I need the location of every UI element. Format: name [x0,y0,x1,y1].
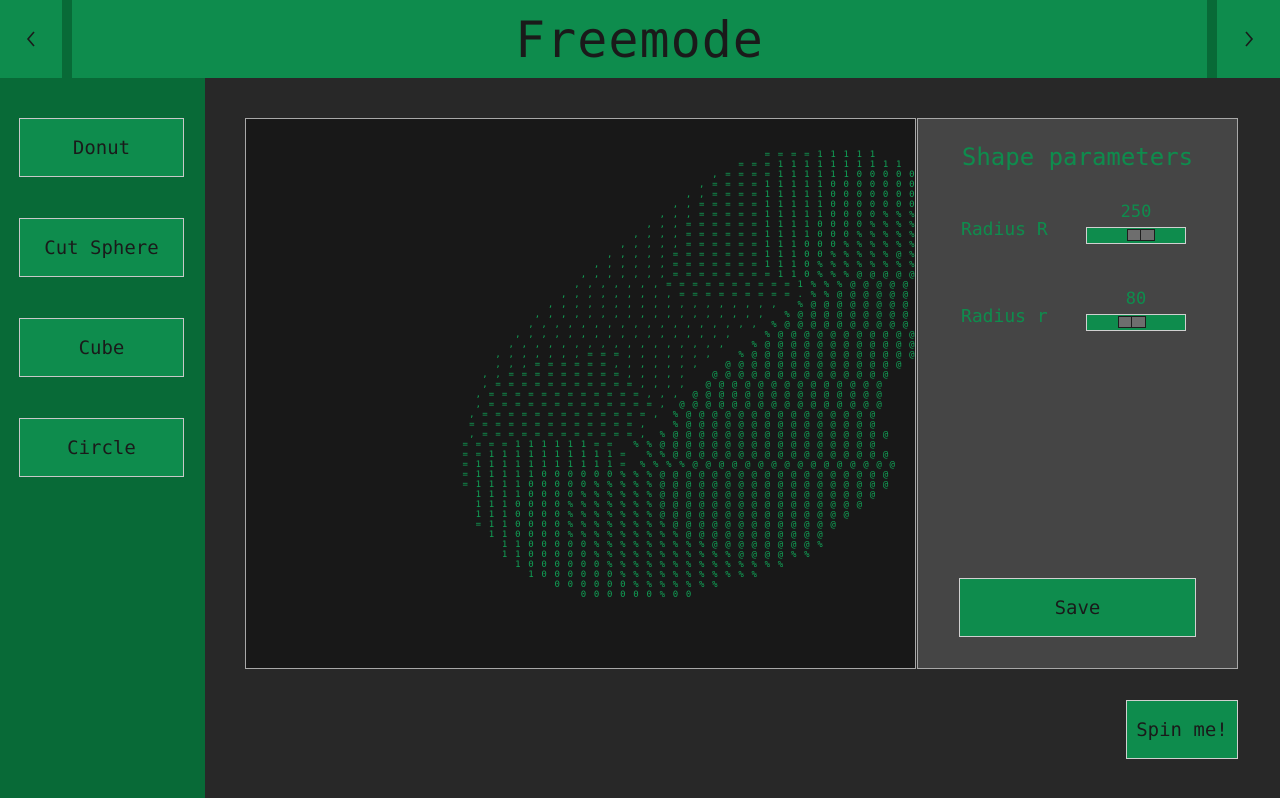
spin-button[interactable]: Spin me! [1126,700,1238,759]
radius-R-value: 250 [1120,202,1152,222]
shape-button-circle[interactable]: Circle [19,418,184,477]
chevron-right-icon [1243,30,1255,48]
ascii-donut-render: = = = = 1 1 1 1 1 = = = 1 1 1 1 1 1 1 1 … [462,150,916,600]
shape-parameters-panel: Shape parameters Radius R 250 Radius r 8… [917,118,1238,669]
radius-r-label: Radius r [961,306,1048,327]
radius-R-slider[interactable] [1086,227,1186,244]
shape-button-cube[interactable]: Cube [19,318,184,377]
shape-sidebar: Donut Cut Sphere Cube Circle [0,78,205,798]
radius-r-slider-handle[interactable] [1118,316,1146,328]
chevron-left-icon [25,30,37,48]
previous-button[interactable] [0,0,72,78]
radius-R-slider-handle[interactable] [1127,229,1155,241]
panel-title: Shape parameters [961,143,1194,171]
radius-R-label: Radius R [961,219,1048,240]
save-button[interactable]: Save [959,578,1196,637]
page-title: Freemode [515,11,764,69]
radius-r-value: 80 [1125,289,1147,309]
shape-button-donut[interactable]: Donut [19,118,184,177]
header-bar: Freemode [0,0,1280,78]
shape-button-cut-sphere[interactable]: Cut Sphere [19,218,184,277]
render-canvas[interactable]: = = = = 1 1 1 1 1 = = = 1 1 1 1 1 1 1 1 … [245,118,916,669]
radius-r-slider[interactable] [1086,314,1186,331]
next-button[interactable] [1207,0,1280,78]
